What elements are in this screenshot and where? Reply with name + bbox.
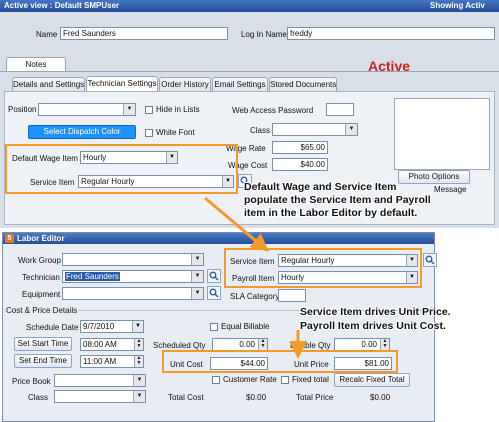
arrow-to-labor-editor (204, 196, 269, 252)
callout-arrows (204, 196, 307, 359)
